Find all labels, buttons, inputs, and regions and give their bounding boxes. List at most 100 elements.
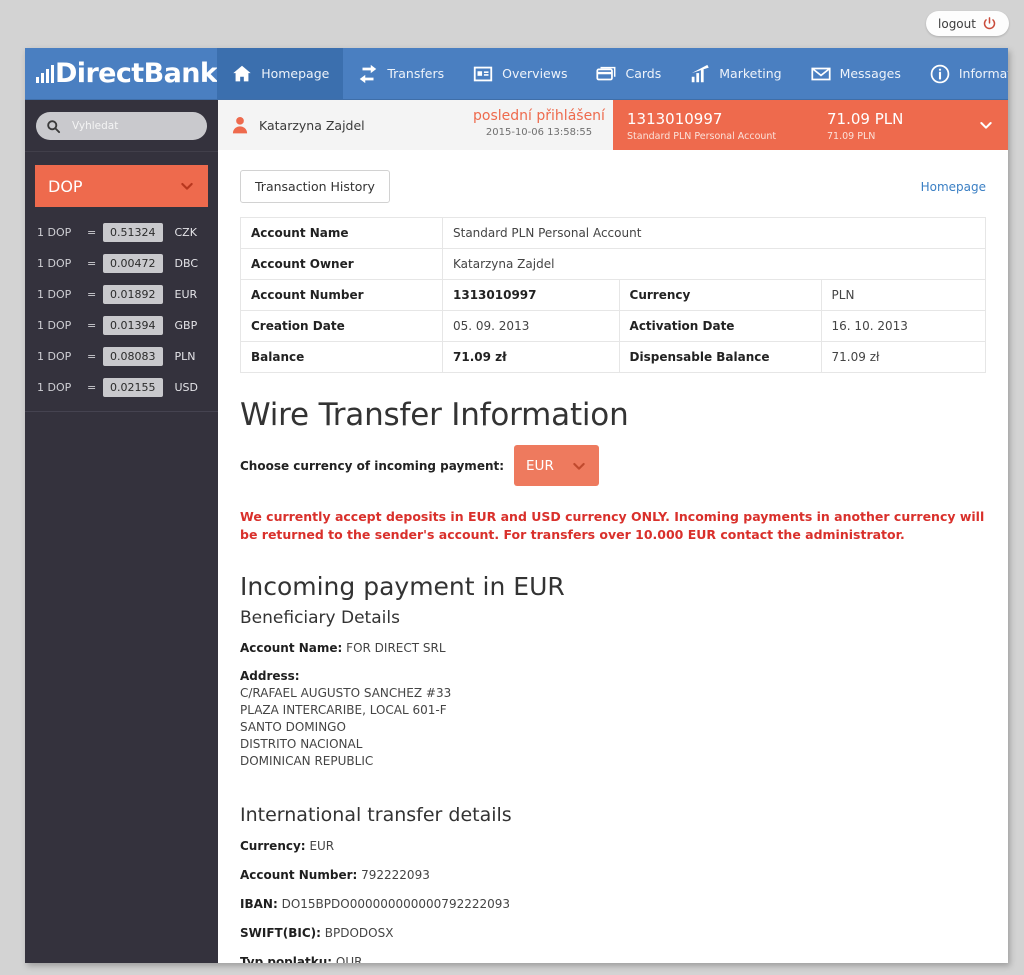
address-line: SANTO DOMINGO — [240, 720, 346, 735]
last-login: poslední přihlášení 2015-10-06 13:58:55 — [465, 100, 613, 150]
field-value: DO15BPDO000000000000792222093 — [281, 897, 511, 912]
cell-key: Creation Date — [240, 310, 443, 342]
incoming-currency-select[interactable]: EUR — [514, 445, 600, 486]
body-split: DOP 1 DOP = 0.51324 CZK 1 — [25, 100, 1008, 963]
cell-value: 1313010997 — [442, 279, 620, 311]
main-navigation: DirectBank Homepage Transfers Overviews … — [25, 48, 1008, 100]
table-row: Account Number 1313010997 Currency PLN — [240, 279, 987, 311]
incoming-payment-title: Incoming payment in EUR — [240, 572, 565, 602]
rate-value[interactable]: 0.02155 — [103, 378, 163, 397]
cell-value: 71.09 zł — [820, 341, 987, 373]
nav-item-homepage[interactable]: Homepage — [217, 48, 344, 99]
cell-value: 16. 10. 2013 — [820, 310, 987, 342]
rate-value[interactable]: 0.01394 — [103, 316, 163, 335]
detail-swift: SWIFT(BIC): BPDODOSX — [240, 924, 986, 942]
bars-logo-icon — [36, 64, 54, 83]
address-line: DISTRITO NACIONAL — [240, 737, 363, 752]
detail-iban: IBAN: DO15BPDO000000000000792222093 — [240, 895, 986, 913]
search-section — [25, 100, 218, 152]
nav-item-messages[interactable]: Messages — [796, 48, 915, 99]
envelope-icon — [810, 63, 832, 85]
nav-label: Information — [958, 66, 1008, 81]
address-line: DOMINICAN REPUBLIC — [240, 754, 374, 769]
account-number: 1313010997 — [627, 110, 723, 128]
nav-item-marketing[interactable]: Marketing — [675, 48, 795, 99]
brand-logo[interactable]: DirectBank — [25, 48, 218, 99]
nav-label: Marketing — [719, 66, 782, 81]
search-input[interactable] — [70, 119, 197, 133]
cell-value: Katarzyna Zajdel — [442, 248, 986, 280]
exchange-rate-list: 1 DOP = 0.51324 CZK 1 DOP = 0.00472 DBC … — [25, 207, 218, 403]
sidebar-currency-value: DOP — [48, 176, 83, 196]
top-bar: logout — [0, 0, 1024, 48]
rate-value[interactable]: 0.08083 — [103, 347, 163, 366]
content-toolbar: Transaction History Homepage — [240, 170, 986, 203]
rate-value[interactable]: 0.51324 — [103, 223, 163, 242]
cell-value: Standard PLN Personal Account — [442, 217, 986, 249]
rate-equals: = — [87, 288, 97, 301]
app-window: DirectBank Homepage Transfers Overviews … — [25, 48, 1008, 963]
detail-fee-type: Typ poplatku: OUR — [240, 953, 986, 963]
rate-currency: GBP — [174, 319, 198, 332]
rate-lead: 1 DOP — [37, 288, 72, 301]
active-account-panel[interactable]: 1313010997 Standard PLN Personal Account… — [613, 100, 1008, 150]
currency-chooser: Choose currency of incoming payment: EUR — [240, 445, 986, 486]
cell-value: 05. 09. 2013 — [442, 310, 620, 342]
power-icon — [982, 16, 997, 31]
content-area: Katarzyna Zajdel poslední přihlášení 201… — [218, 100, 1008, 963]
nav-item-information[interactable]: Information — [915, 48, 1008, 99]
international-transfer-title: International transfer details — [240, 804, 512, 827]
rate-lead: 1 DOP — [37, 257, 72, 270]
rate-row: 1 DOP = 0.01892 EUR — [25, 279, 218, 310]
nav-item-transfers[interactable]: Transfers — [343, 48, 458, 99]
rate-row: 1 DOP = 0.51324 CZK — [25, 217, 218, 248]
avatar-icon — [230, 115, 250, 135]
logout-button[interactable]: logout — [926, 11, 1009, 36]
detail-account-number: Account Number: 792222093 — [240, 866, 986, 884]
nav-item-overviews[interactable]: Overviews — [458, 48, 581, 99]
currency-chooser-label: Choose currency of incoming payment: — [240, 458, 505, 473]
rate-lead: 1 DOP — [37, 226, 72, 239]
beneficiary-account-name: Account Name: FOR DIRECT SRL — [240, 639, 986, 657]
homepage-breadcrumb-link[interactable]: Homepage — [921, 180, 986, 194]
field-label: Account Number: — [240, 868, 358, 883]
field-value: OUR — [335, 955, 363, 963]
sidebar-currency-select[interactable]: DOP — [35, 165, 208, 207]
rate-currency: DBC — [174, 257, 199, 270]
table-row: Balance 71.09 zł Dispensable Balance 71.… — [240, 341, 987, 373]
rate-equals: = — [87, 381, 97, 394]
field-value: FOR DIRECT SRL — [346, 641, 446, 656]
field-value: 792222093 — [361, 868, 430, 883]
cell-key: Currency — [618, 279, 822, 311]
nav-label: Transfers — [387, 66, 445, 81]
transaction-history-button[interactable]: Transaction History — [240, 170, 390, 203]
rate-row: 1 DOP = 0.01394 GBP — [25, 310, 218, 341]
user-info: Katarzyna Zajdel — [218, 100, 465, 150]
address-line: PLAZA INTERCARIBE, LOCAL 601-F — [240, 703, 447, 718]
chevron-down-icon — [179, 178, 195, 194]
beneficiary-details-title: Beneficiary Details — [240, 608, 400, 629]
nav-item-cards[interactable]: Cards — [581, 48, 675, 99]
info-icon — [929, 63, 951, 85]
incoming-currency-value: EUR — [526, 457, 554, 474]
cell-value: PLN — [820, 279, 987, 311]
field-label: Address: — [240, 669, 300, 684]
cell-key: Account Owner — [240, 248, 443, 280]
rate-value[interactable]: 0.00472 — [103, 254, 163, 273]
rate-lead: 1 DOP — [37, 381, 72, 394]
rate-lead: 1 DOP — [37, 350, 72, 363]
search-icon — [46, 119, 61, 134]
brand-name: DirectBank — [55, 58, 218, 89]
field-label: SWIFT(BIC): — [240, 926, 321, 941]
chevron-down-icon[interactable] — [978, 117, 994, 133]
main-panel: Transaction History Homepage Account Nam… — [218, 150, 1008, 963]
rate-equals: = — [87, 257, 97, 270]
rate-value[interactable]: 0.01892 — [103, 285, 163, 304]
rate-currency: EUR — [174, 288, 198, 301]
search-box[interactable] — [36, 112, 207, 140]
field-value: BPDODOSX — [324, 926, 394, 941]
cell-key: Dispensable Balance — [618, 341, 822, 373]
page-root: logout DirectBank Homepage Transfers Ove… — [0, 0, 1024, 975]
rate-lead: 1 DOP — [37, 319, 72, 332]
account-type: Standard PLN Personal Account — [627, 131, 777, 142]
